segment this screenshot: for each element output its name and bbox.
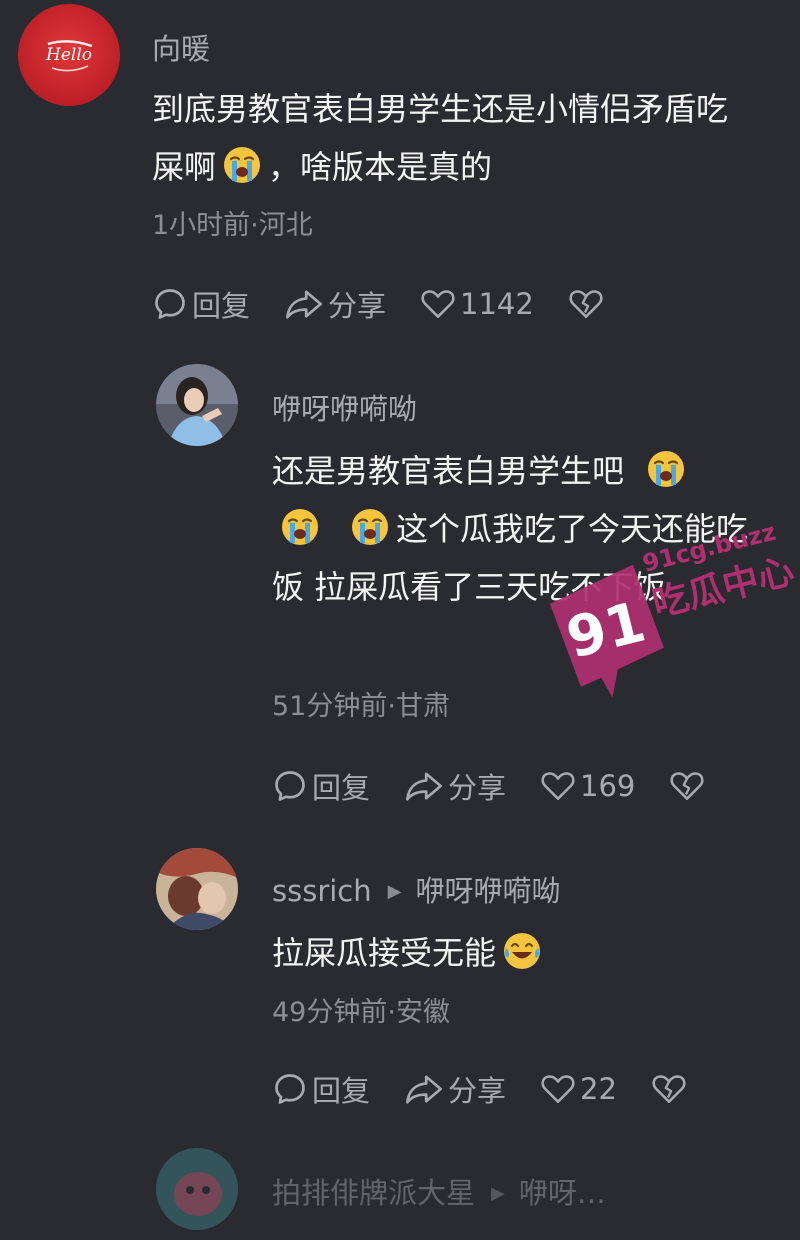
username-row: 拍排俳牌派大星 ▶ 咿呀… [272,1170,606,1212]
share-arrow-icon [404,1071,444,1107]
reply-to-username[interactable]: 咿呀… [519,1176,606,1210]
reply-label: 回复 [312,771,371,805]
dislike-button[interactable] [669,769,709,803]
svg-text:Hello: Hello [45,45,92,65]
like-button[interactable]: 169 [540,769,635,803]
comment-text-part: 拉屎瓜接受无能 [272,934,497,972]
dislike-button[interactable] [651,1072,691,1106]
comment-bubble-icon [272,768,308,804]
heart-icon [420,287,456,321]
username[interactable]: 咿呀咿嗬呦 [272,386,417,428]
like-count: 1142 [460,287,534,321]
username[interactable]: sssrich [272,874,372,908]
reply-label: 回复 [312,1074,371,1108]
broken-heart-icon [568,287,604,321]
comment-text: 拉屎瓜接受无能 [272,924,752,982]
comment-bubble-icon [152,286,188,322]
share-label: 分享 [448,1074,507,1108]
like-count: 169 [580,769,636,803]
reply-button[interactable]: 回复 [152,283,250,325]
like-count: 22 [580,1072,617,1106]
comment-text: 还是男教官表白男学生吧这个瓜我吃了今天还能吃饭 拉屎瓜看了三天吃不下饭 [272,442,752,616]
comment-item: sssrich ▶ 咿呀咿嗬呦 拉屎瓜接受无能 49分钟前·安徽 回复 分享 22 [0,840,800,1130]
comment-meta: 49分钟前·安徽 [272,997,450,1028]
heart-icon [540,1072,576,1106]
comment-text-part: 这个瓜我吃了今天还能吃饭 拉屎瓜看了三天吃不下饭 [272,510,749,606]
avatar[interactable] [156,848,238,930]
loudly-crying-face-icon [222,145,262,185]
comment-actions: 回复 分享 1142 [152,283,608,325]
loudly-crying-face-icon [350,507,390,547]
share-arrow-icon [284,286,324,322]
reply-to-username[interactable]: 咿呀咿嗬呦 [415,874,560,908]
broken-heart-icon [651,1072,687,1106]
comment-text-part: ，啥版本是真的 [268,148,493,186]
share-button[interactable]: 分享 [404,1068,506,1110]
tears-of-joy-face-icon [502,931,542,971]
comment-meta: 1小时前·河北 [152,210,313,241]
like-button[interactable]: 1142 [420,287,534,321]
like-button[interactable]: 22 [540,1072,617,1106]
comment-item: 拍排俳牌派大星 ▶ 咿呀… [0,1140,800,1240]
broken-heart-icon [669,769,705,803]
comment-actions: 回复 分享 169 [272,765,709,807]
heart-icon [540,769,576,803]
comment-item: 咿呀咿嗬呦 还是男教官表白男学生吧这个瓜我吃了今天还能吃饭 拉屎瓜看了三天吃不下… [0,340,800,820]
share-label: 分享 [448,771,507,805]
reply-button[interactable]: 回复 [272,765,370,807]
share-arrow-icon [404,768,444,804]
reply-label: 回复 [192,289,251,323]
username[interactable]: 向暖 [152,26,210,68]
reply-to-arrow-icon: ▶ [387,881,402,902]
comment-text-part: 还是男教官表白男学生吧 [272,452,625,490]
avatar[interactable]: Hello [18,4,120,106]
share-button[interactable]: 分享 [404,765,506,807]
comment-text: 到底男教官表白男学生还是小情侣矛盾吃屎啊 ，啥版本是真的 [152,80,752,196]
avatar[interactable] [156,1148,238,1230]
reply-button[interactable]: 回复 [272,1068,370,1110]
comment-bubble-icon [272,1071,308,1107]
comment-item: Hello 向暖 到底男教官表白男学生还是小情侣矛盾吃屎啊 ，啥版本是真的 1小时… [0,0,800,340]
avatar[interactable] [156,364,238,446]
comment-meta: 51分钟前·甘肃 [272,691,450,722]
comment-actions: 回复 分享 22 [272,1068,691,1110]
username[interactable]: 拍排俳牌派大星 [272,1176,475,1210]
share-button[interactable]: 分享 [284,283,386,325]
dislike-button[interactable] [568,287,608,321]
loudly-crying-face-icon [646,449,686,489]
loudly-crying-face-icon [280,507,320,547]
share-label: 分享 [328,289,387,323]
reply-to-arrow-icon: ▶ [491,1183,505,1204]
username-row: sssrich ▶ 咿呀咿嗬呦 [272,868,561,910]
